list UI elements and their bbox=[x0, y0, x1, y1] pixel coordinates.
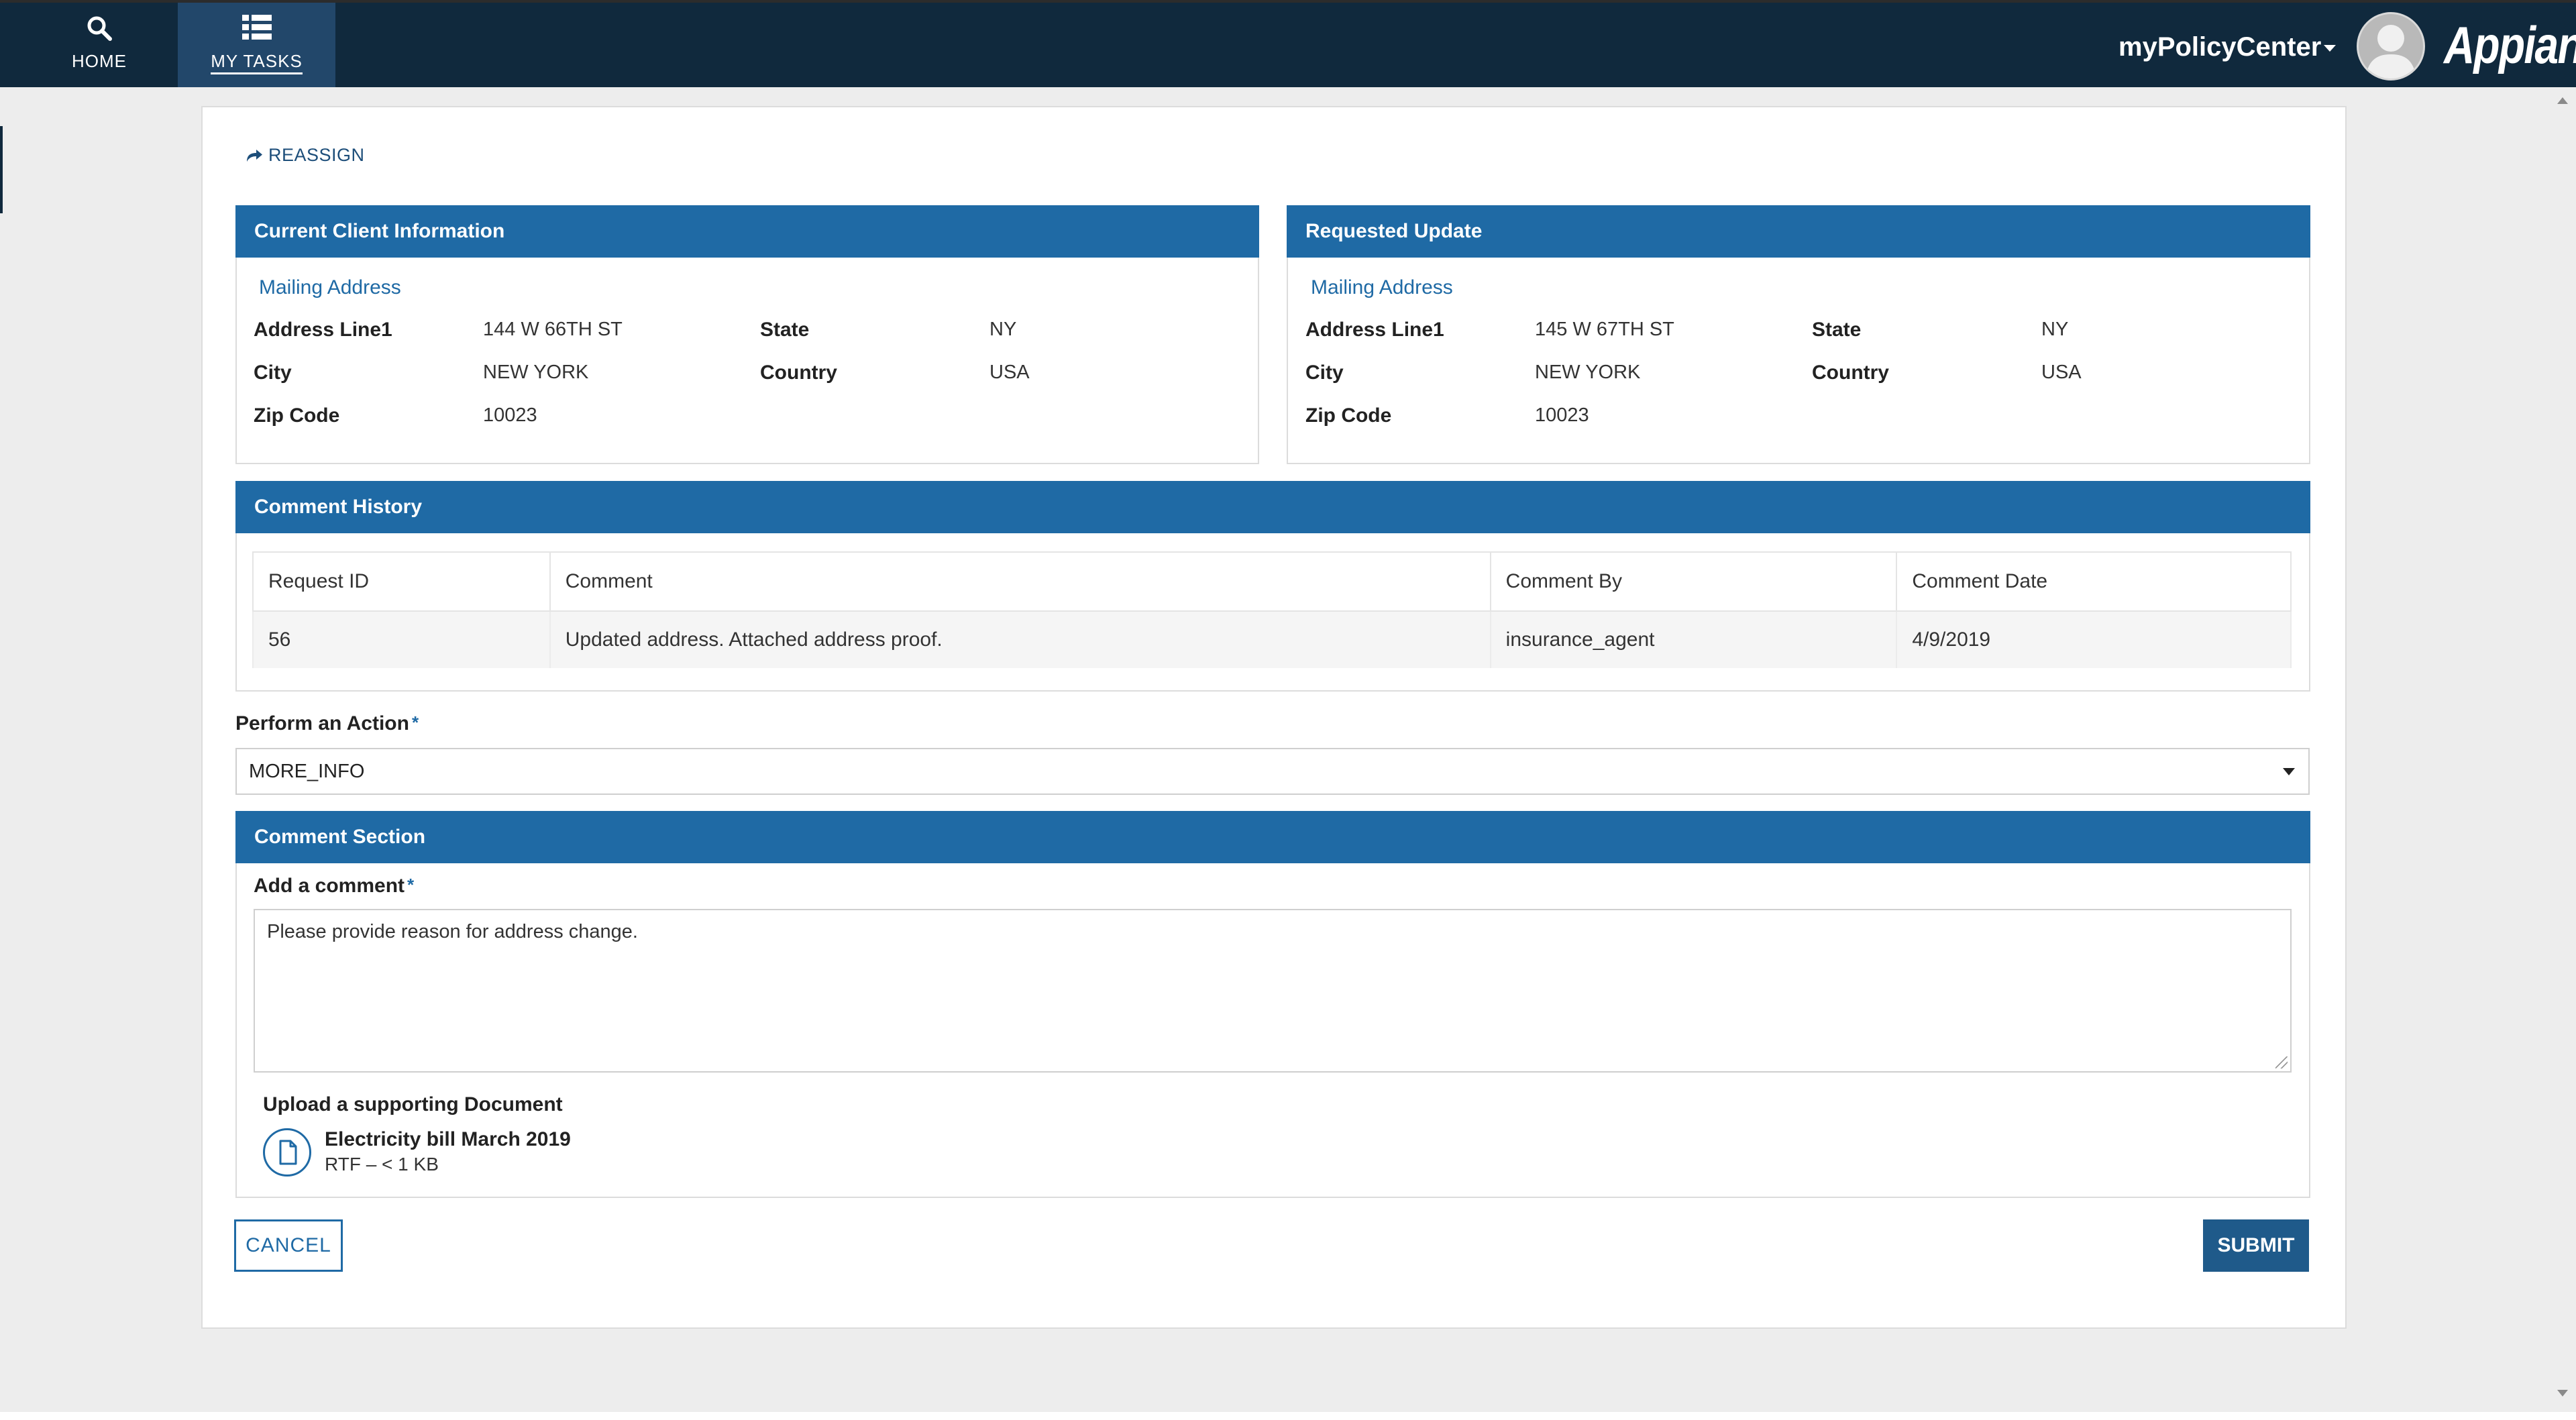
action-label: Perform an Action * bbox=[235, 712, 419, 735]
scroll-up-arrow-icon[interactable] bbox=[2557, 97, 2568, 104]
scroll-down-arrow-icon[interactable] bbox=[2557, 1390, 2568, 1397]
requested-city-label: City bbox=[1305, 362, 1344, 384]
nav-my-tasks[interactable]: MY TASKS bbox=[178, 3, 335, 87]
current-country-value: USA bbox=[989, 362, 1030, 383]
column-header-comment-date[interactable]: Comment Date bbox=[1896, 551, 2292, 612]
bottom-strip bbox=[0, 1412, 2576, 1420]
uploaded-file-name[interactable]: Electricity bill March 2019 bbox=[325, 1128, 571, 1151]
requested-zip-label: Zip Code bbox=[1305, 404, 1392, 427]
document-icon bbox=[263, 1128, 311, 1177]
reassign-label: REASSIGN bbox=[268, 145, 365, 165]
left-edge-indicator bbox=[0, 126, 3, 213]
column-header-comment-by[interactable]: Comment By bbox=[1489, 551, 1898, 612]
share-arrow-icon bbox=[247, 150, 262, 162]
table-header-row: Request ID Comment Comment By Comment Da… bbox=[252, 551, 2292, 612]
current-state-label: State bbox=[760, 319, 810, 341]
resize-handle-icon[interactable] bbox=[2275, 1056, 2288, 1069]
requested-update-title: Requested Update bbox=[1287, 205, 2310, 258]
current-city-value: NEW YORK bbox=[483, 362, 589, 383]
requested-state-value: NY bbox=[2041, 319, 2069, 340]
current-city-label: City bbox=[254, 362, 292, 384]
required-mark: * bbox=[407, 875, 415, 895]
comment-history-title: Comment History bbox=[235, 481, 2310, 533]
cell-comment-by: insurance_agent bbox=[1489, 611, 1898, 668]
current-state-value: NY bbox=[989, 319, 1017, 340]
user-avatar[interactable] bbox=[2357, 12, 2425, 80]
reassign-link[interactable]: REASSIGN bbox=[246, 145, 365, 166]
cancel-button[interactable]: CANCEL bbox=[234, 1219, 343, 1272]
nav-home[interactable]: HOME bbox=[47, 3, 152, 87]
chevron-down-icon bbox=[2283, 768, 2295, 775]
requested-address-line1-label: Address Line1 bbox=[1305, 319, 1444, 341]
action-selected-value: MORE_INFO bbox=[249, 761, 365, 782]
current-address-line1-label: Address Line1 bbox=[254, 319, 392, 341]
current-address-line1-value: 144 W 66TH ST bbox=[483, 319, 623, 340]
comment-text: Please provide reason for address change… bbox=[267, 921, 638, 942]
current-zip-value: 10023 bbox=[483, 404, 537, 426]
submit-button[interactable]: SUBMIT bbox=[2203, 1219, 2309, 1272]
current-country-label: Country bbox=[760, 362, 837, 384]
appian-logo: Appian bbox=[2444, 15, 2576, 74]
upload-label: Upload a supporting Document bbox=[263, 1093, 563, 1115]
required-mark: * bbox=[411, 712, 419, 732]
cell-request-id: 56 bbox=[252, 611, 551, 668]
requested-address-line1-value: 145 W 67TH ST bbox=[1535, 319, 1674, 340]
task-list-icon bbox=[241, 15, 272, 44]
table-row: 56 Updated address. Attached address pro… bbox=[252, 611, 2292, 668]
nav-my-tasks-label: MY TASKS bbox=[211, 51, 303, 74]
current-client-title: Current Client Information bbox=[235, 205, 1259, 258]
requested-mailing-address-label: Mailing Address bbox=[1311, 276, 1453, 298]
column-header-comment[interactable]: Comment bbox=[549, 551, 1491, 612]
requested-zip-value: 10023 bbox=[1535, 404, 1589, 426]
action-label-text: Perform an Action bbox=[235, 712, 409, 734]
comment-section-title: Comment Section bbox=[235, 811, 2310, 863]
requested-country-value: USA bbox=[2041, 362, 2082, 383]
search-icon bbox=[86, 15, 113, 45]
comment-history-table: Request ID Comment Comment By Comment Da… bbox=[252, 551, 2292, 668]
add-comment-label: Add a comment * bbox=[254, 875, 414, 897]
top-navigation-bar: HOME MY TASKS myPolicyCenter Appian bbox=[0, 0, 2576, 87]
requested-city-value: NEW YORK bbox=[1535, 362, 1641, 383]
cell-comment-date: 4/9/2019 bbox=[1896, 611, 2292, 668]
site-switcher[interactable]: myPolicyCenter bbox=[2118, 32, 2321, 62]
add-comment-label-text: Add a comment bbox=[254, 875, 405, 897]
uploaded-file-meta: RTF – < 1 KB bbox=[325, 1154, 439, 1175]
requested-state-label: State bbox=[1812, 319, 1862, 341]
column-header-request-id[interactable]: Request ID bbox=[252, 551, 551, 612]
current-zip-label: Zip Code bbox=[254, 404, 340, 427]
nav-home-label: HOME bbox=[72, 51, 127, 71]
action-dropdown[interactable]: MORE_INFO bbox=[235, 748, 2310, 795]
comment-textarea[interactable]: Please provide reason for address change… bbox=[254, 909, 2292, 1073]
current-mailing-address-label: Mailing Address bbox=[259, 276, 401, 298]
requested-country-label: Country bbox=[1812, 362, 1889, 384]
cell-comment: Updated address. Attached address proof. bbox=[549, 611, 1491, 668]
chevron-down-icon[interactable] bbox=[2324, 45, 2336, 52]
